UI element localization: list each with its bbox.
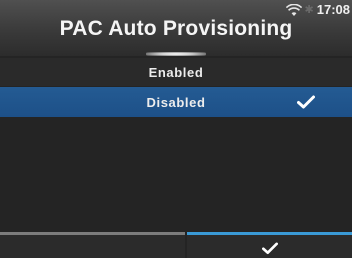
list-item-enabled[interactable]: Enabled bbox=[0, 58, 352, 86]
check-icon bbox=[261, 241, 278, 254]
screen: ✱ 17:08 PAC Auto Provisioning Enabled Di… bbox=[0, 0, 352, 258]
header: ✱ 17:08 PAC Auto Provisioning bbox=[0, 0, 352, 56]
confirm-button[interactable] bbox=[187, 232, 352, 258]
page-title: PAC Auto Provisioning bbox=[59, 17, 293, 40]
options-list: Enabled Disabled bbox=[0, 58, 352, 118]
list-item-disabled[interactable]: Disabled bbox=[0, 87, 352, 117]
scroll-indicator bbox=[146, 52, 206, 56]
list-item-label: Disabled bbox=[146, 94, 206, 110]
wifi-icon bbox=[285, 3, 302, 17]
left-softkey-button[interactable] bbox=[0, 232, 185, 258]
check-icon bbox=[297, 95, 315, 109]
bottom-bar bbox=[0, 232, 352, 258]
list-item-label: Enabled bbox=[148, 64, 204, 80]
